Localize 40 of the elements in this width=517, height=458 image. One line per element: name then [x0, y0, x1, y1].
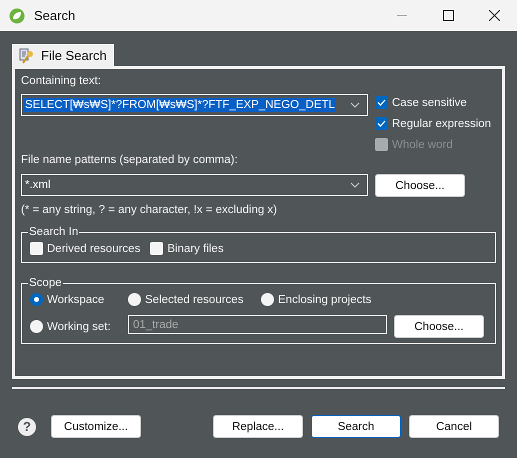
search-files-icon: [19, 48, 35, 64]
radio-button[interactable]: [261, 293, 274, 306]
radio-label: Enclosing projects: [278, 294, 372, 306]
tab[interactable]: File Search: [12, 44, 114, 66]
dialog-button[interactable]: Search: [311, 415, 401, 438]
radio-button[interactable]: [30, 293, 43, 306]
minimize-icon: [397, 14, 407, 16]
close-icon: [488, 10, 500, 21]
radio-button[interactable]: [30, 320, 43, 333]
radio-button[interactable]: [128, 293, 141, 306]
group-title: Search In: [28, 226, 80, 238]
option-label: Whole word: [392, 138, 453, 150]
help-button[interactable]: ?: [18, 418, 36, 436]
window-title: Search: [34, 8, 76, 23]
maximize-icon: [442, 10, 454, 21]
file-patterns-label: File name patterns (separated by comma):: [21, 154, 239, 168]
option-label: Derived resources: [47, 242, 140, 254]
option-label: Case sensitive: [392, 96, 467, 108]
checkbox[interactable]: [30, 242, 43, 255]
choose-button[interactable]: Choose...: [375, 174, 465, 197]
radio-label: Working set:: [47, 320, 111, 332]
checkbox[interactable]: [150, 242, 164, 255]
hint-text: (* = any string, ? = any character, !x = excluding x): [21, 204, 278, 218]
choose-button[interactable]: Choose...: [394, 315, 484, 338]
checkbox[interactable]: [375, 117, 388, 130]
radio-label: Selected resources: [145, 294, 244, 306]
containing-text-label: Containing text:: [21, 75, 102, 89]
caret-icon[interactable]: [350, 182, 360, 188]
leaf-logo-icon: [9, 8, 25, 24]
file-patterns-combo[interactable]: *.xml: [21, 174, 368, 196]
dialog-button[interactable]: Cancel: [409, 415, 499, 438]
containing-text-combo[interactable]: SELECT[₩s₩S]*?FROM[₩s₩S]*?FTF_EXP_NEGO_DETL: [21, 94, 368, 116]
checkbox[interactable]: [375, 96, 388, 109]
caret-icon[interactable]: [350, 102, 360, 108]
radio-label: Workspace: [47, 294, 104, 306]
dialog-button[interactable]: Replace...: [213, 415, 303, 438]
customize-button[interactable]: Customize...: [51, 415, 141, 438]
option-label: Binary files: [167, 242, 224, 254]
option-label: Regular expression: [392, 118, 492, 130]
group-title: Scope: [28, 277, 63, 289]
